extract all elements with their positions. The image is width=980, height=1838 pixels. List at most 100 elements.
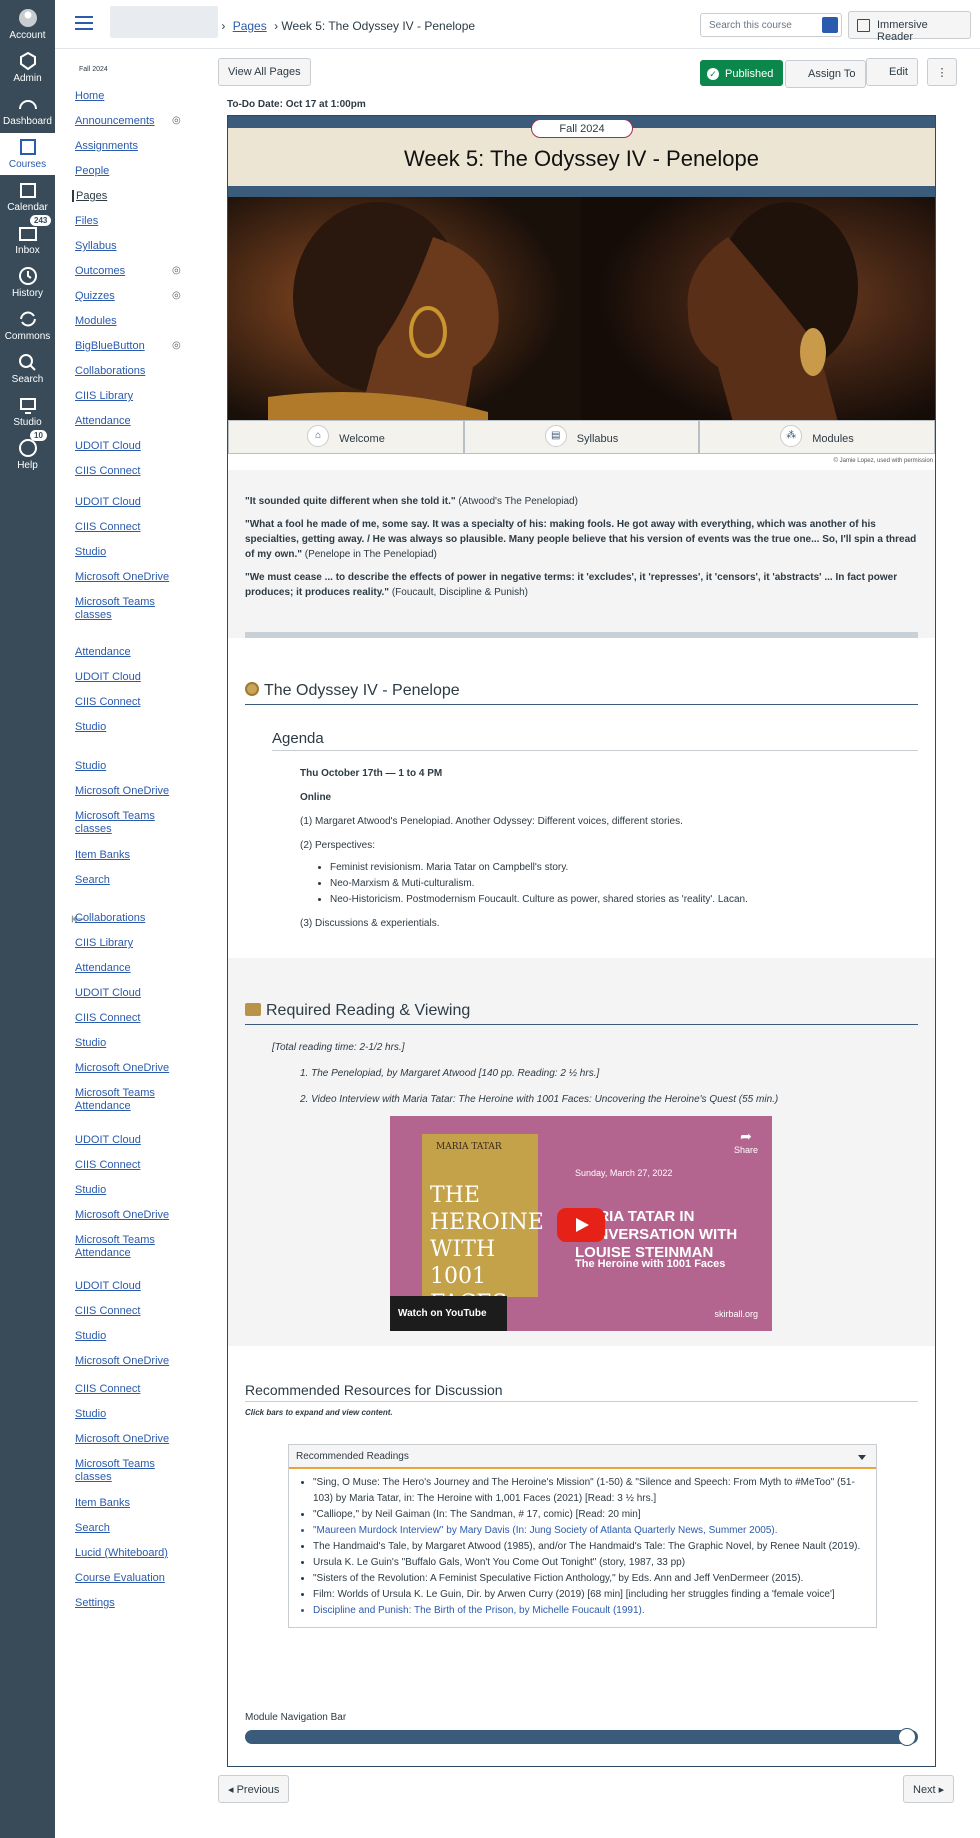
global-nav-help[interactable]: Help 10	[0, 430, 55, 476]
course-nav-studio[interactable]: Studio	[75, 760, 106, 772]
previous-button[interactable]: ◂ Previous	[218, 1775, 290, 1803]
studio-icon	[17, 395, 39, 415]
course-nav-ciis-connect[interactable]: CIIS Connect	[75, 1012, 140, 1024]
course-nav-attendance[interactable]: Attendance	[75, 1100, 131, 1112]
banner-bottom-bar	[228, 186, 935, 197]
course-nav-udoit-cloud[interactable]: UDOIT Cloud	[75, 987, 141, 999]
course-nav-udoit-cloud[interactable]: UDOIT Cloud	[75, 440, 141, 452]
global-nav-account[interactable]: Account	[0, 4, 55, 46]
course-nav-home[interactable]: Home	[75, 90, 104, 102]
course-nav-ciis-connect[interactable]: CIIS Connect	[75, 521, 140, 533]
course-nav-classes[interactable]: classes	[75, 609, 112, 621]
course-nav-ciis-connect[interactable]: CIIS Connect	[75, 1305, 140, 1317]
global-nav-dashboard[interactable]: Dashboard	[0, 90, 55, 132]
course-nav-studio[interactable]: Studio	[75, 546, 106, 558]
view-all-pages-button[interactable]: View All Pages	[218, 58, 311, 86]
global-nav-search[interactable]: Search	[0, 348, 55, 390]
course-search-input[interactable]: Search this course	[700, 13, 842, 37]
course-nav-ciis-connect[interactable]: CIIS Connect	[75, 696, 140, 708]
search-icon[interactable]	[822, 17, 838, 33]
course-nav-search[interactable]: Search	[75, 1522, 110, 1534]
accordion-header[interactable]: Recommended Readings	[289, 1445, 876, 1469]
course-nav-bigbluebutton[interactable]: BigBlueButton	[75, 340, 145, 352]
course-nav-microsoft-teams[interactable]: Microsoft Teams	[75, 1234, 155, 1246]
immersive-reader-button[interactable]: Immersive Reader	[848, 11, 971, 43]
module-navigation-bar[interactable]	[245, 1728, 918, 1746]
global-nav-commons[interactable]: Commons	[0, 305, 55, 347]
course-nav-attendance[interactable]: Attendance	[75, 962, 131, 974]
course-nav-item-banks[interactable]: Item Banks	[75, 849, 130, 861]
course-nav-syllabus[interactable]: Syllabus	[75, 240, 117, 252]
watch-on-youtube-button[interactable]: Watch on YouTube	[390, 1296, 507, 1331]
more-options-button[interactable]: ⋮	[927, 58, 957, 86]
page-icon[interactable]	[898, 1728, 916, 1746]
global-nav-courses[interactable]: Courses	[0, 133, 55, 175]
course-nav-studio[interactable]: Studio	[75, 1184, 106, 1196]
breadcrumb-course-redacted[interactable]	[110, 6, 218, 38]
global-nav-inbox[interactable]: Inbox 243	[0, 215, 55, 261]
course-nav-udoit-cloud[interactable]: UDOIT Cloud	[75, 1280, 141, 1292]
next-button[interactable]: Next ▸	[903, 1775, 955, 1803]
course-nav-pages[interactable]: Pages	[72, 190, 107, 202]
course-nav-microsoft-onedrive[interactable]: Microsoft OneDrive	[75, 1062, 169, 1074]
course-nav-ciis-connect[interactable]: CIIS Connect	[75, 1159, 140, 1171]
course-nav-attendance[interactable]: Attendance	[75, 415, 131, 427]
course-nav-attendance[interactable]: Attendance	[75, 646, 131, 658]
course-nav-udoit-cloud[interactable]: UDOIT Cloud	[75, 1134, 141, 1146]
welcome-button[interactable]: ⌂ Welcome	[228, 420, 464, 454]
hamburger-menu-icon[interactable]	[75, 16, 93, 30]
course-nav-microsoft-onedrive[interactable]: Microsoft OneDrive	[75, 571, 169, 583]
syllabus-button[interactable]: ▤ Syllabus	[464, 420, 699, 454]
course-nav-microsoft-teams[interactable]: Microsoft Teams	[75, 1087, 155, 1099]
course-nav-assignments[interactable]: Assignments	[75, 140, 138, 152]
course-nav-classes[interactable]: classes	[75, 1471, 112, 1483]
course-nav-microsoft-teams[interactable]: Microsoft Teams	[75, 1458, 155, 1470]
course-nav-outcomes[interactable]: Outcomes	[75, 265, 125, 277]
course-nav-microsoft-onedrive[interactable]: Microsoft OneDrive	[75, 1433, 169, 1445]
course-nav-announcements[interactable]: Announcements	[75, 115, 155, 127]
course-nav-ciis-library[interactable]: CIIS Library	[75, 937, 133, 949]
course-nav-ciis-connect[interactable]: CIIS Connect	[75, 465, 140, 477]
course-nav-studio[interactable]: Studio	[75, 1330, 106, 1342]
recommended-readings-accordion[interactable]: Recommended Readings "Sing, O Muse: The …	[288, 1444, 877, 1628]
course-nav-course-evaluation[interactable]: Course Evaluation	[75, 1572, 165, 1584]
course-nav-quizzes[interactable]: Quizzes	[75, 290, 115, 302]
global-nav-calendar[interactable]: Calendar	[0, 176, 55, 218]
course-nav-ciis-library[interactable]: CIIS Library	[75, 390, 133, 402]
course-nav-attendance[interactable]: Attendance	[75, 1247, 131, 1259]
play-button-icon[interactable]	[557, 1208, 605, 1242]
global-nav-studio[interactable]: Studio	[0, 391, 55, 433]
course-nav-settings[interactable]: Settings	[75, 1597, 115, 1609]
course-nav-microsoft-onedrive[interactable]: Microsoft OneDrive	[75, 1355, 169, 1367]
global-nav-admin[interactable]: Admin	[0, 47, 55, 89]
breadcrumb-pages-link[interactable]: Pages	[233, 19, 267, 33]
course-nav-collaborations[interactable]: Collaborations	[75, 365, 145, 377]
course-nav-collaborations[interactable]: Collaborations	[75, 912, 145, 924]
course-nav-modules[interactable]: Modules	[75, 315, 117, 327]
course-nav-microsoft-onedrive[interactable]: Microsoft OneDrive	[75, 1209, 169, 1221]
course-nav-studio[interactable]: Studio	[75, 721, 106, 733]
assign-to-button[interactable]: Assign To	[785, 60, 866, 88]
course-nav-ciis-connect[interactable]: CIIS Connect	[75, 1383, 140, 1395]
youtube-video-embed[interactable]: MARIA TATAR THE HEROINE WITH 1001 FACES …	[390, 1116, 772, 1331]
global-nav-history[interactable]: History	[0, 262, 55, 304]
modules-button[interactable]: ⁂ Modules	[699, 420, 935, 454]
global-nav-label: Admin	[13, 73, 42, 84]
course-nav-people[interactable]: People	[75, 165, 109, 177]
course-nav-search[interactable]: Search	[75, 874, 110, 886]
course-nav-microsoft-onedrive[interactable]: Microsoft OneDrive	[75, 785, 169, 797]
course-nav-studio[interactable]: Studio	[75, 1037, 106, 1049]
edit-button[interactable]: Edit	[866, 58, 918, 86]
share-button[interactable]: ➦ Share	[734, 1128, 758, 1155]
course-nav-microsoft-teams[interactable]: Microsoft Teams	[75, 810, 155, 822]
modules-icon: ⁂	[780, 425, 803, 447]
course-nav-microsoft-teams[interactable]: Microsoft Teams	[75, 596, 155, 608]
course-nav-lucid-whiteboard[interactable]: Lucid (Whiteboard)	[75, 1547, 168, 1559]
course-nav-udoit-cloud[interactable]: UDOIT Cloud	[75, 496, 141, 508]
course-nav-files[interactable]: Files	[75, 215, 98, 227]
course-nav-studio[interactable]: Studio	[75, 1408, 106, 1420]
course-nav-item-banks[interactable]: Item Banks	[75, 1497, 130, 1509]
course-nav-classes[interactable]: classes	[75, 823, 112, 835]
published-button[interactable]: Published	[700, 60, 784, 86]
course-nav-udoit-cloud[interactable]: UDOIT Cloud	[75, 671, 141, 683]
